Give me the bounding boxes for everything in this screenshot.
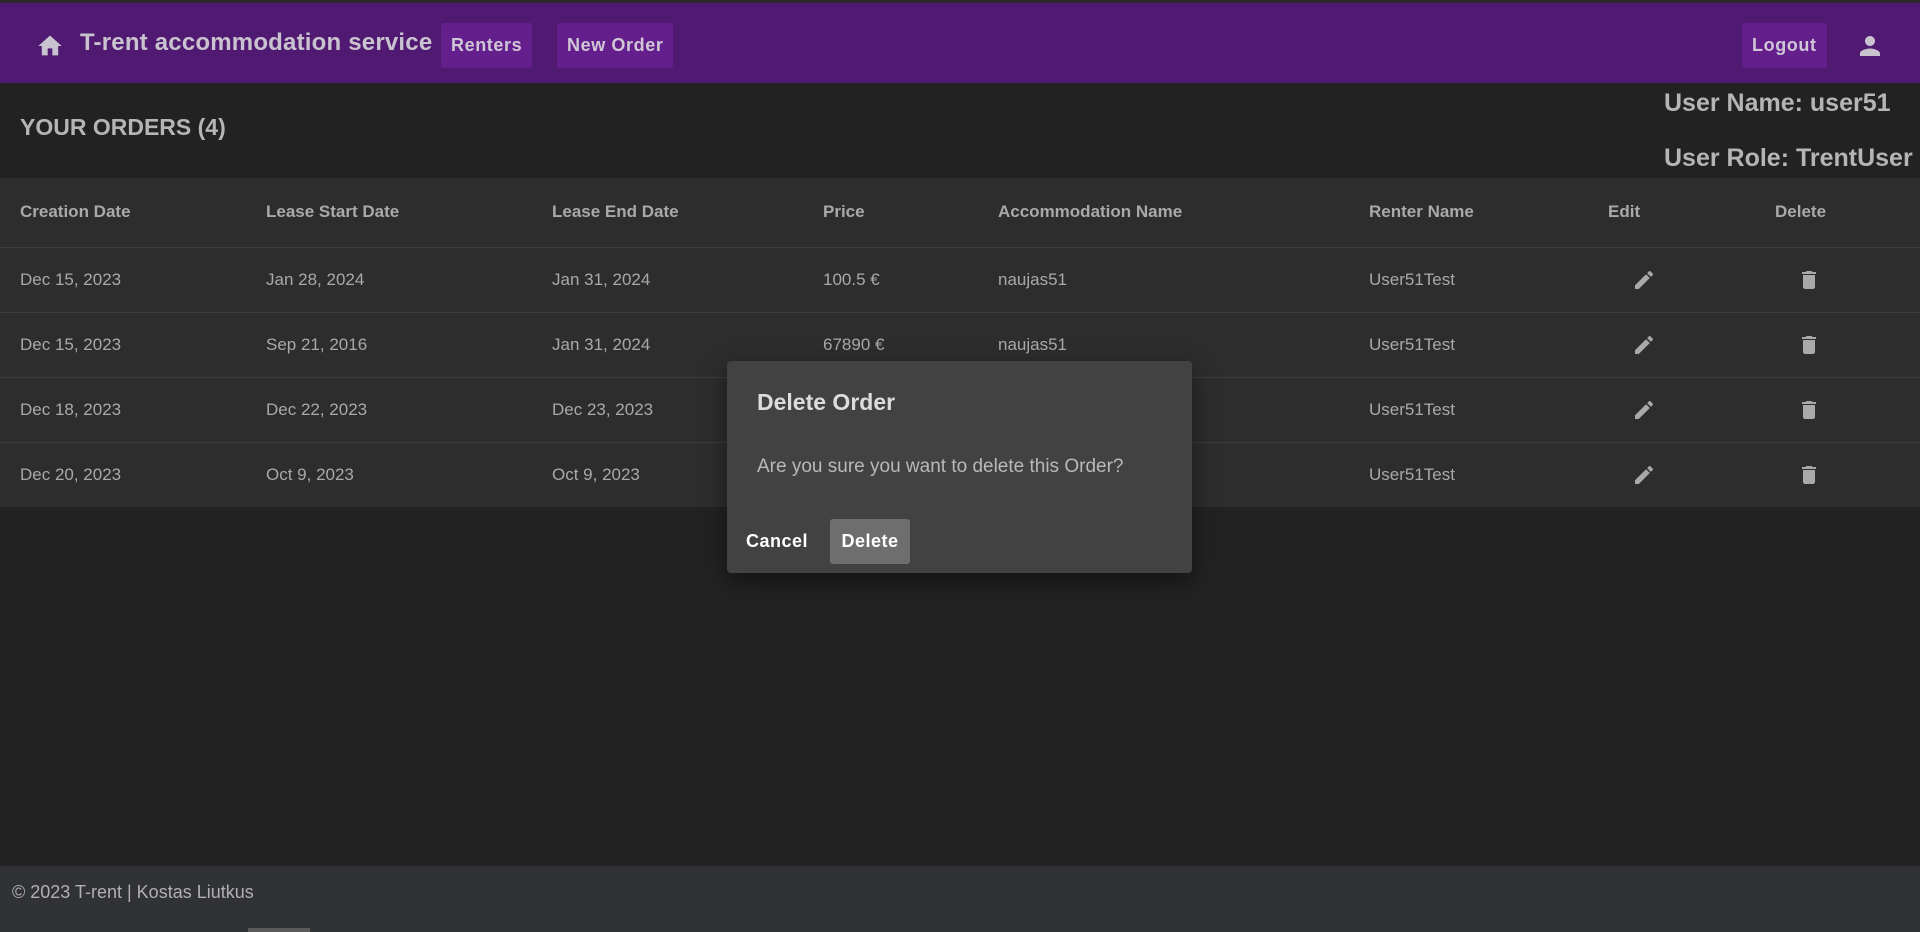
delete-order-dialog: Delete Order Are you sure you want to de… [727, 361, 1192, 573]
dialog-title: Delete Order [757, 389, 896, 415]
cancel-button[interactable]: Cancel [737, 519, 817, 564]
dialog-overlay[interactable]: Delete Order Are you sure you want to de… [0, 0, 1920, 932]
dialog-message: Are you sure you want to delete this Ord… [757, 456, 1124, 477]
confirm-delete-button[interactable]: Delete [830, 519, 910, 564]
